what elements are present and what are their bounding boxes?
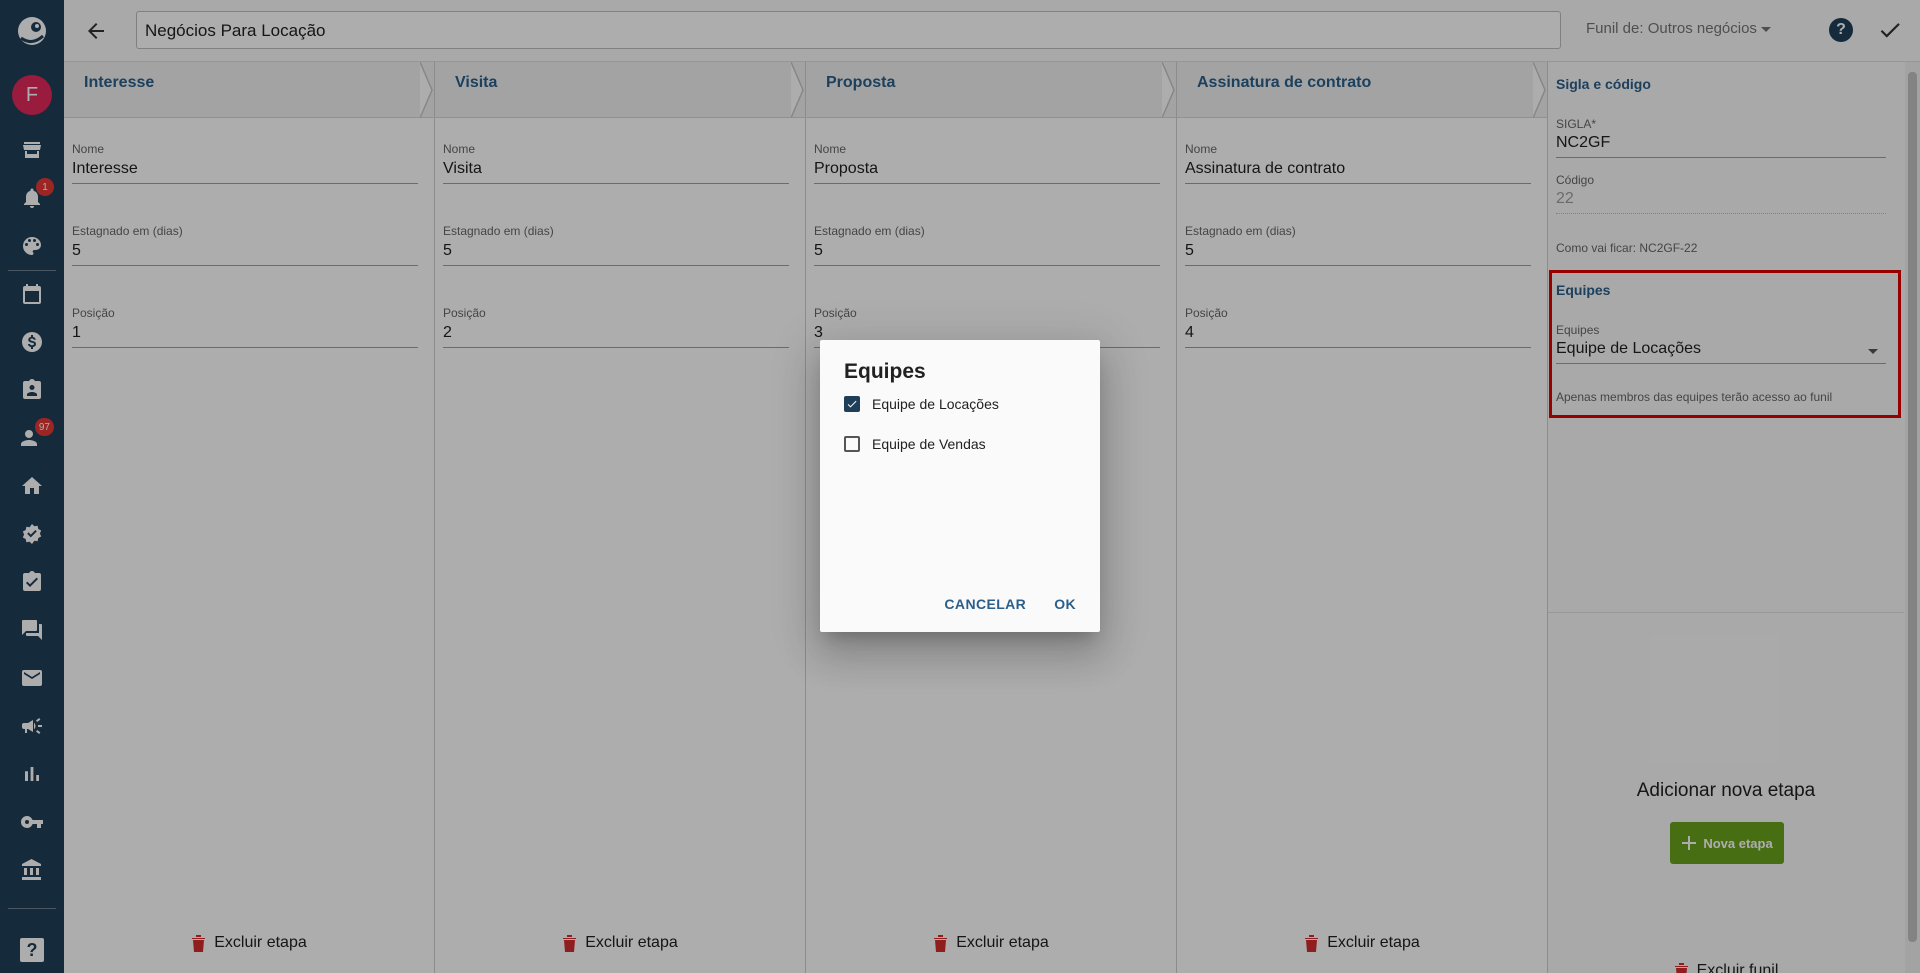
cancel-button[interactable]: CANCELAR: [944, 596, 1026, 612]
team-option-locacoes[interactable]: Equipe de Locações: [844, 396, 999, 412]
checkbox-unchecked-icon[interactable]: [844, 436, 860, 452]
checkbox-checked-icon[interactable]: [844, 396, 860, 412]
team-option-label: Equipe de Vendas: [872, 436, 986, 452]
ok-button[interactable]: OK: [1054, 596, 1076, 612]
team-option-label: Equipe de Locações: [872, 396, 999, 412]
team-option-vendas[interactable]: Equipe de Vendas: [844, 436, 986, 452]
teams-dialog: Equipes Equipe de Locações Equipe de Ven…: [820, 340, 1100, 632]
dialog-title: Equipes: [844, 360, 926, 383]
dialog-actions: CANCELAR OK: [944, 596, 1076, 612]
